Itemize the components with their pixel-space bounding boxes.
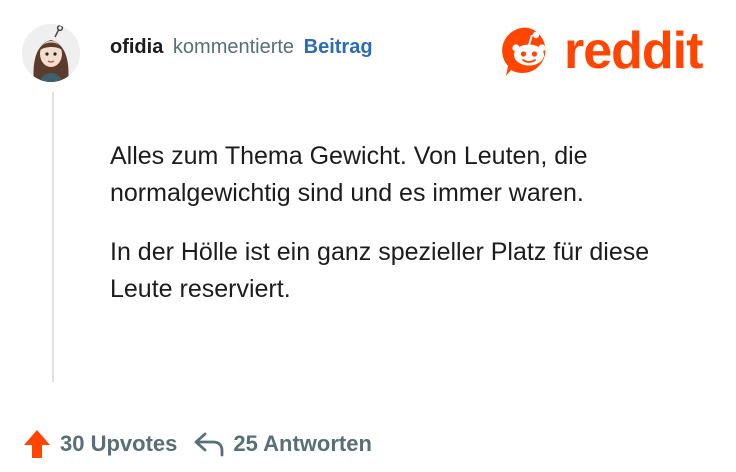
avatar-icon bbox=[22, 24, 80, 82]
comment-actions: 30 Upvotes 25 Antworten bbox=[22, 428, 372, 460]
avatar[interactable] bbox=[22, 24, 80, 82]
comment-paragraph-1: Alles zum Thema Gewicht. Von Leuten, die… bbox=[110, 142, 588, 207]
reddit-wordmark: reddit bbox=[564, 22, 703, 80]
reply-arrow-icon[interactable] bbox=[193, 430, 225, 458]
reddit-logo: reddit bbox=[500, 22, 703, 80]
post-link[interactable]: Beitrag bbox=[304, 36, 373, 58]
reply-count[interactable]: 25 Antworten bbox=[233, 431, 372, 457]
username[interactable]: ofidia bbox=[110, 36, 163, 58]
comment-header: ofidia kommentierte Beitrag bbox=[110, 36, 373, 59]
upvote-arrow-icon[interactable] bbox=[22, 428, 52, 460]
reddit-snoo-icon bbox=[502, 27, 546, 76]
action-text: kommentierte bbox=[172, 36, 295, 58]
thread-line bbox=[52, 92, 54, 382]
comment-paragraph-2: In der Hölle ist ein ganz spezieller Pla… bbox=[110, 238, 650, 303]
comment-body: Alles zum Thema Gewicht. Von Leuten, die… bbox=[110, 138, 710, 330]
upvote-count[interactable]: 30 Upvotes bbox=[60, 431, 177, 457]
